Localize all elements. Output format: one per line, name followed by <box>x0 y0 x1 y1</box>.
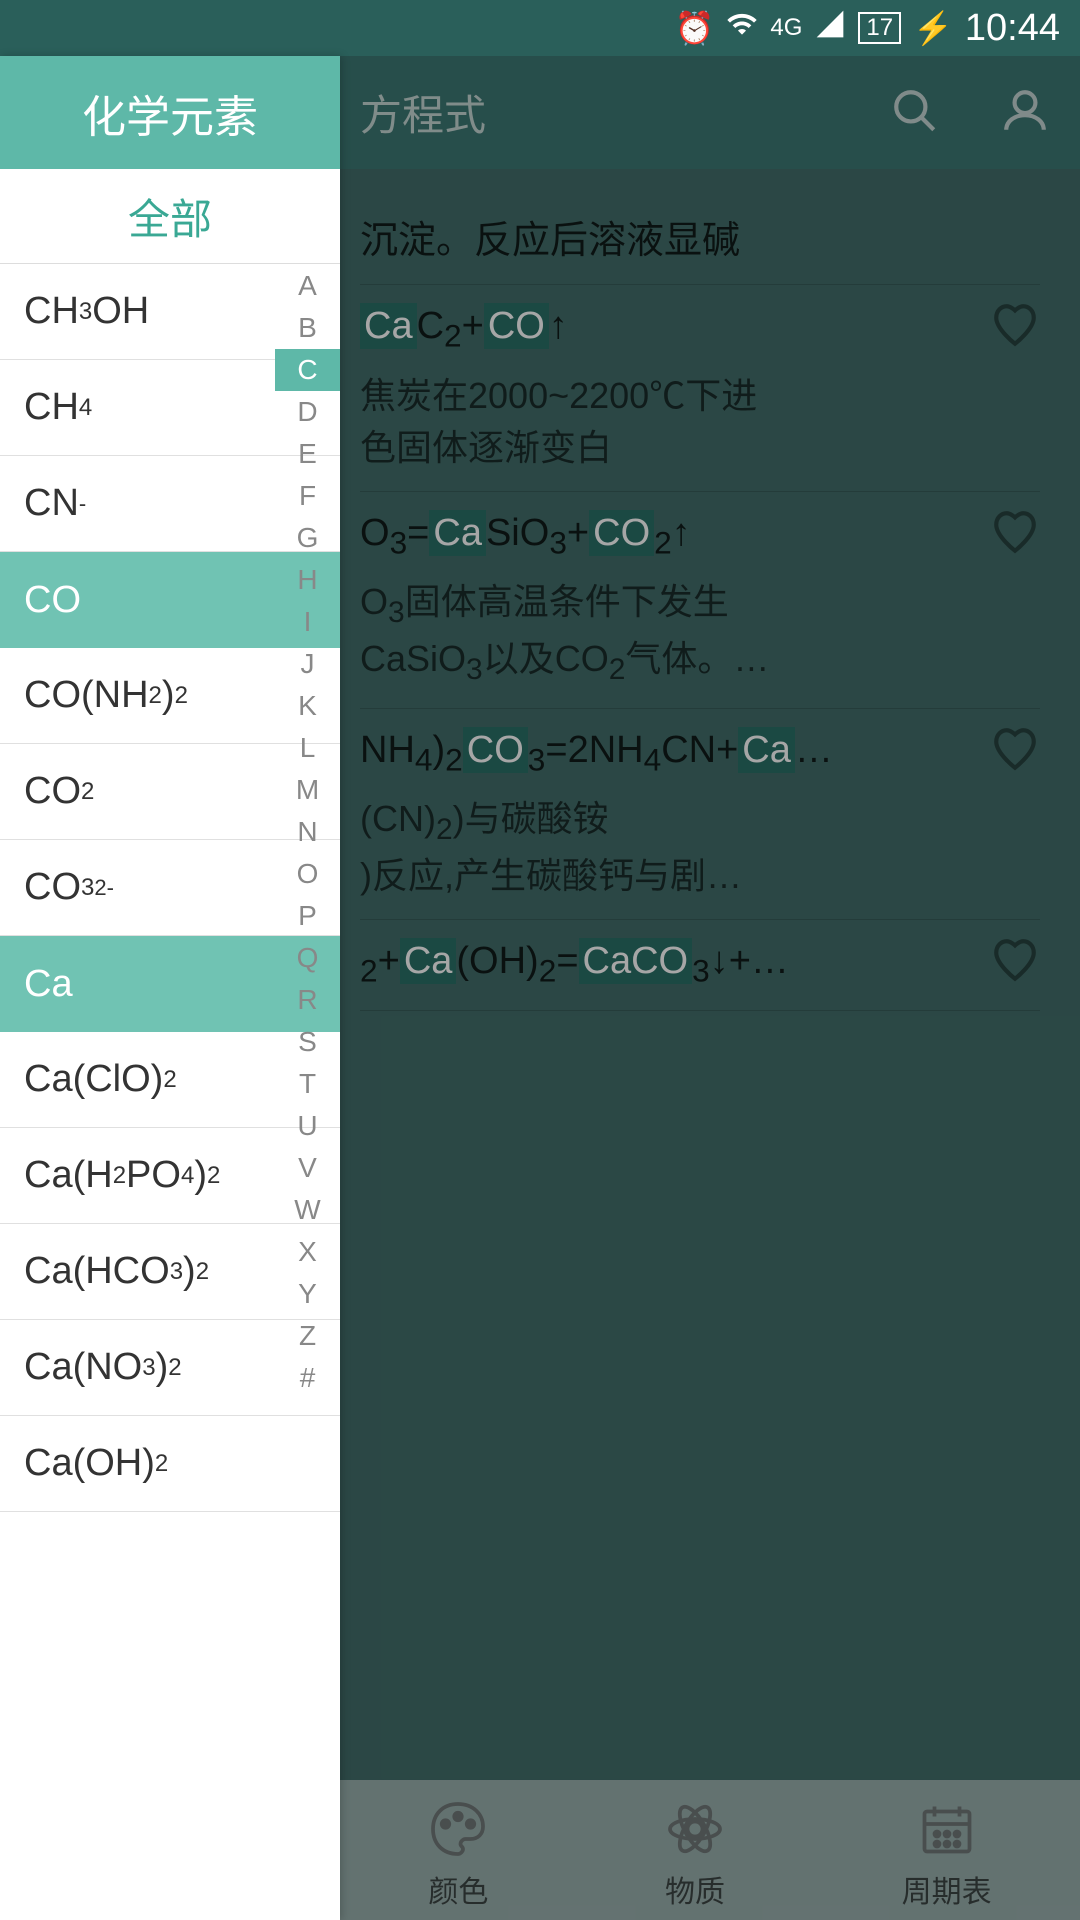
drawer-title: 化学元素 <box>0 56 340 169</box>
alpha-letter[interactable]: S <box>275 1021 340 1063</box>
battery-icon: 17 <box>858 12 901 44</box>
alpha-letter[interactable]: P <box>275 895 340 937</box>
status-bar: ⏰ 4G 17 ⚡ 10:44 <box>0 0 1080 56</box>
charge-icon: ⚡ <box>913 9 953 47</box>
drawer-item[interactable]: Ca(OH)2 <box>0 1416 340 1512</box>
alpha-letter[interactable]: G <box>275 517 340 559</box>
alpha-letter[interactable]: Y <box>275 1273 340 1315</box>
alpha-letter[interactable]: K <box>275 685 340 727</box>
alpha-letter[interactable]: J <box>275 643 340 685</box>
alpha-letter[interactable]: Z <box>275 1315 340 1357</box>
drawer-overlay[interactable] <box>340 56 1080 1920</box>
wifi-icon <box>726 8 758 48</box>
alpha-letter[interactable]: A <box>275 265 340 307</box>
alpha-letter[interactable]: C <box>275 349 340 391</box>
drawer-all-button[interactable]: 全部 <box>0 169 340 264</box>
alpha-letter[interactable]: N <box>275 811 340 853</box>
alpha-letter[interactable]: V <box>275 1147 340 1189</box>
alpha-letter[interactable]: W <box>275 1189 340 1231</box>
alpha-letter[interactable]: R <box>275 979 340 1021</box>
alpha-letter[interactable]: B <box>275 307 340 349</box>
alpha-index: ABCDEFGHIJKLMNOPQRSTUVWXYZ# <box>275 265 340 1399</box>
alpha-letter[interactable]: Q <box>275 937 340 979</box>
alpha-letter[interactable]: F <box>275 475 340 517</box>
alpha-letter[interactable]: L <box>275 727 340 769</box>
alpha-letter[interactable]: H <box>275 559 340 601</box>
signal-icon <box>814 8 846 48</box>
alpha-letter[interactable]: # <box>275 1357 340 1399</box>
alpha-letter[interactable]: M <box>275 769 340 811</box>
alpha-letter[interactable]: U <box>275 1105 340 1147</box>
alpha-letter[interactable]: O <box>275 853 340 895</box>
clock: 10:44 <box>965 7 1060 50</box>
alarm-icon: ⏰ <box>675 9 715 47</box>
alpha-letter[interactable]: E <box>275 433 340 475</box>
alpha-letter[interactable]: I <box>275 601 340 643</box>
alpha-letter[interactable]: T <box>275 1063 340 1105</box>
alpha-letter[interactable]: D <box>275 391 340 433</box>
network-icon: 4G <box>770 14 802 42</box>
alpha-letter[interactable]: X <box>275 1231 340 1273</box>
